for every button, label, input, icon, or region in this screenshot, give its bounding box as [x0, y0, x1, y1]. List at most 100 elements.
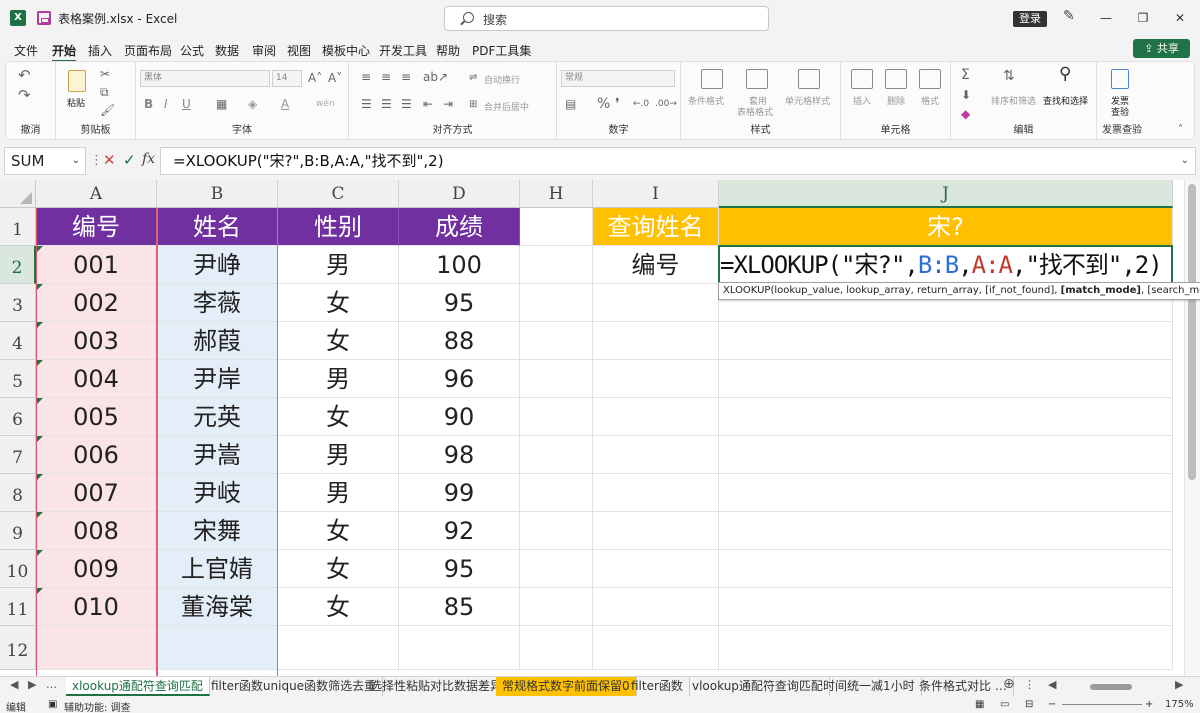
table-data-cell[interactable]: 95 [399, 550, 520, 588]
row-header-11[interactable]: 11 [0, 588, 36, 626]
find-select-label[interactable]: 查找和选择 [1043, 94, 1088, 107]
chevron-down-icon[interactable]: ⌄ [72, 148, 80, 174]
column-header-j[interactable]: J [719, 180, 1173, 208]
empty-cell[interactable] [520, 284, 593, 322]
table-format-label-2[interactable]: 表格格式 [737, 105, 773, 118]
row-header-4[interactable]: 4 [0, 322, 36, 360]
table-data-cell[interactable]: 尹岐 [157, 474, 278, 512]
menu-home[interactable]: 开始 [52, 42, 77, 62]
menu-data[interactable]: 数据 [215, 42, 239, 59]
menu-review[interactable]: 审阅 [252, 42, 276, 59]
lookup-result-label-cell[interactable]: 编号 [593, 246, 719, 284]
function-tooltip[interactable]: XLOOKUP(lookup_value, lookup_array, retu… [718, 282, 1200, 300]
empty-cell[interactable] [520, 512, 593, 550]
table-data-cell[interactable]: 李薇 [157, 284, 278, 322]
decrease-decimal-icon[interactable]: .00→ [655, 97, 677, 111]
table-data-cell[interactable]: 85 [399, 588, 520, 626]
menu-template-center[interactable]: 模板中心 [322, 42, 370, 59]
cell-styles-label[interactable]: 单元格样式 [785, 94, 830, 107]
merge-center-label[interactable]: 合并后居中 [484, 100, 529, 113]
table-data-cell[interactable]: 郝葭 [157, 322, 278, 360]
collapse-ribbon-icon[interactable]: ˄ [1178, 124, 1183, 135]
empty-cell[interactable] [593, 626, 719, 670]
menu-developer[interactable]: 开发工具 [379, 42, 427, 59]
undo-icon[interactable]: ↶ [18, 68, 31, 83]
table-data-cell[interactable]: 女 [278, 588, 399, 626]
column-header-i[interactable]: I [593, 180, 719, 208]
empty-cell[interactable] [593, 436, 719, 474]
invoice-check-icon[interactable] [1111, 69, 1129, 89]
table-data-cell[interactable]: 男 [278, 474, 399, 512]
borders-icon[interactable]: ▦ [216, 97, 227, 111]
empty-cell[interactable] [593, 360, 719, 398]
row-header-1[interactable]: 1 [0, 208, 36, 246]
conditional-format-label[interactable]: 条件格式 [688, 94, 724, 107]
table-data-cell[interactable]: 男 [278, 246, 399, 284]
empty-cell[interactable] [719, 512, 1173, 550]
sheet-tab[interactable]: filter函数unique函数筛选去重 [205, 677, 384, 696]
zoom-level[interactable]: 175% [1165, 699, 1194, 710]
save-icon[interactable] [37, 11, 51, 25]
zoom-in-icon[interactable]: + [1145, 699, 1153, 710]
table-header-cell[interactable]: 姓名 [157, 208, 278, 246]
empty-cell[interactable] [520, 398, 593, 436]
prev-sheet-icon[interactable]: ◀ [10, 678, 18, 691]
empty-cell[interactable] [719, 360, 1173, 398]
align-middle-icon[interactable]: ≡ [381, 70, 391, 84]
table-data-cell[interactable]: 男 [278, 436, 399, 474]
underline-button[interactable]: U [182, 97, 191, 111]
increase-indent-icon[interactable]: ⇥ [443, 97, 453, 111]
wrap-text-icon[interactable]: ⇌ [469, 71, 477, 85]
find-select-icon[interactable]: ⚲ [1059, 66, 1071, 83]
sheet-tab[interactable]: 时间统一减1小时 [817, 677, 922, 696]
row-header-5[interactable]: 5 [0, 360, 36, 398]
menu-page-layout[interactable]: 页面布局 [124, 42, 172, 59]
empty-cell[interactable] [593, 398, 719, 436]
table-empty-cell[interactable] [278, 626, 399, 670]
login-button[interactable]: 登录 [1013, 11, 1047, 27]
comma-style-icon[interactable]: ❜ [615, 97, 620, 111]
column-header-b[interactable]: B [157, 180, 278, 208]
phonetic-icon[interactable]: wén [316, 97, 335, 111]
empty-cell[interactable] [719, 588, 1173, 626]
menu-view[interactable]: 视图 [287, 42, 311, 59]
fill-color-icon[interactable]: ◈ [248, 97, 257, 111]
cancel-icon[interactable]: ✕ [103, 151, 116, 169]
tab-scroll-menu-icon[interactable]: ⋮ [1024, 678, 1035, 691]
table-data-cell[interactable]: 007 [36, 474, 157, 512]
more-sheets-icon[interactable]: … [46, 678, 57, 691]
align-bottom-icon[interactable]: ≡ [401, 70, 411, 84]
row-header-7[interactable]: 7 [0, 436, 36, 474]
font-color-icon[interactable]: A [281, 97, 289, 111]
autosum-icon[interactable]: Σ [961, 68, 970, 82]
format-cells-label[interactable]: 格式 [921, 94, 939, 107]
table-data-cell[interactable]: 88 [399, 322, 520, 360]
table-data-cell[interactable]: 001 [36, 246, 157, 284]
empty-cell[interactable] [520, 474, 593, 512]
empty-cell[interactable] [719, 322, 1173, 360]
empty-cell[interactable] [719, 398, 1173, 436]
column-header-d[interactable]: D [399, 180, 520, 208]
delete-cells-label[interactable]: 删除 [887, 94, 905, 107]
empty-cell[interactable] [593, 550, 719, 588]
table-data-cell[interactable]: 90 [399, 398, 520, 436]
table-data-cell[interactable]: 女 [278, 284, 399, 322]
percent-icon[interactable]: % [597, 97, 610, 111]
row-header-2[interactable]: 2 [0, 246, 36, 284]
table-header-cell[interactable]: 编号 [36, 208, 157, 246]
vertical-scroll-thumb[interactable] [1188, 184, 1196, 480]
table-data-cell[interactable]: 宋舞 [157, 512, 278, 550]
table-data-cell[interactable]: 董海棠 [157, 588, 278, 626]
table-data-cell[interactable]: 92 [399, 512, 520, 550]
table-data-cell[interactable]: 005 [36, 398, 157, 436]
clear-icon[interactable]: ◆ [961, 107, 970, 121]
expand-formula-icon[interactable]: ⌄ [1181, 148, 1189, 174]
table-empty-cell[interactable] [157, 626, 278, 670]
column-header-h[interactable]: H [520, 180, 593, 208]
empty-cell[interactable] [719, 474, 1173, 512]
table-header-cell[interactable]: 成绩 [399, 208, 520, 246]
format-painter-icon[interactable]: 🖌 [100, 103, 115, 117]
minimize-button[interactable]: — [1096, 8, 1116, 28]
table-empty-cell[interactable] [399, 626, 520, 670]
editing-cell-j2[interactable]: =XLOOKUP("宋?",B:B,A:A,"找不到",2) [718, 245, 1173, 284]
